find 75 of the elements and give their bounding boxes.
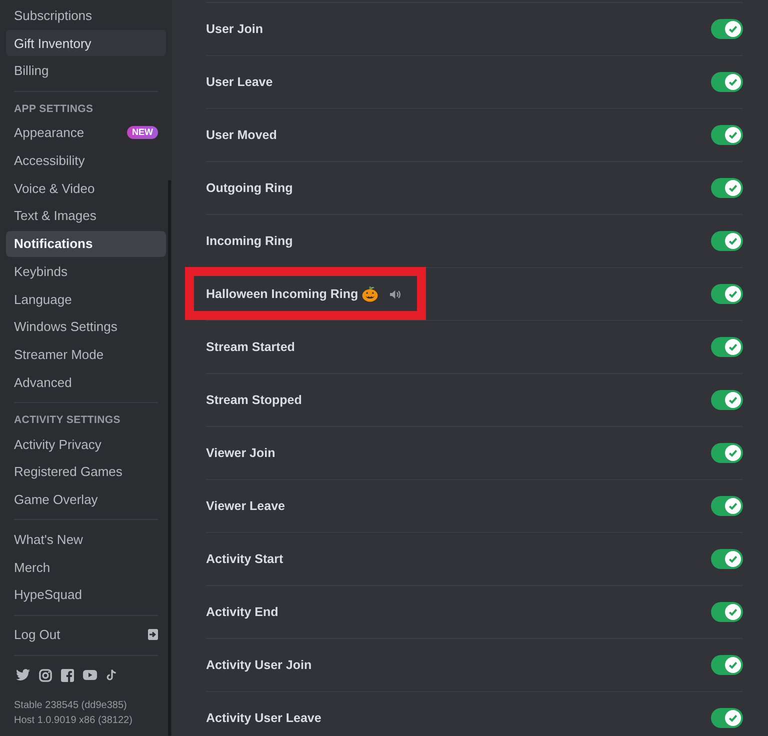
sidebar-item[interactable]: Subscriptions (6, 2, 166, 28)
sidebar-item[interactable]: What's New (6, 526, 166, 552)
check-icon (725, 392, 741, 408)
check-icon (725, 339, 741, 355)
check-icon (725, 21, 741, 37)
setting-label: Halloween Incoming Ring (206, 286, 358, 303)
speaker-icon[interactable] (390, 290, 402, 298)
toggle-switch[interactable] (711, 443, 743, 463)
check-icon (725, 74, 741, 90)
toggle-switch[interactable] (711, 708, 743, 728)
setting-label: Outgoing Ring (206, 180, 293, 197)
check-icon (725, 710, 741, 726)
f-logo-icon[interactable] (61, 668, 74, 682)
sidebar-item[interactable]: HypeSquad (6, 582, 166, 608)
toggle-switch[interactable] (711, 178, 743, 198)
toggle-switch[interactable] (711, 602, 743, 622)
setting-label: Activity User Leave (206, 710, 322, 727)
sidebar-item[interactable]: Accessibility (6, 148, 166, 174)
setting-label: Activity Start (206, 550, 284, 568)
check-icon (725, 551, 741, 567)
sidebar-item[interactable]: Notifications (6, 230, 166, 257)
toggle-switch[interactable] (711, 231, 743, 251)
new-badge: NEW (127, 126, 158, 140)
pumpkin-icon (362, 286, 378, 302)
toggle-switch[interactable] (711, 496, 743, 516)
sidebar-item[interactable]: Gift Inventory (6, 30, 166, 56)
setting-label: Viewer Leave (206, 498, 285, 515)
toggle-switch[interactable] (711, 337, 743, 357)
version-text: Host 1.0.9019 x86 (38122) (14, 714, 134, 728)
play-button-icon[interactable] (83, 670, 97, 680)
check-icon (725, 498, 741, 514)
setting-label: User Moved (206, 126, 277, 144)
sidebar-item[interactable]: Streamer Mode (6, 341, 166, 368)
sidebar-item[interactable]: Advanced (6, 369, 166, 396)
sidebar-item[interactable]: Activity Privacy (6, 431, 166, 458)
setting-label: Activity End (206, 604, 278, 621)
sidebar-item[interactable]: Appearance NEW (6, 120, 166, 146)
toggle-switch[interactable] (711, 19, 743, 39)
check-icon (725, 286, 741, 302)
sidebar-item[interactable]: Language (6, 286, 166, 312)
sidebar-item[interactable]: Game Overlay (6, 486, 166, 512)
toggle-switch[interactable] (711, 72, 743, 92)
section-header: APP SETTINGS (14, 104, 94, 114)
check-icon (725, 604, 741, 620)
toggle-switch[interactable] (711, 390, 743, 410)
sidebar-item[interactable]: Merch (6, 554, 166, 580)
exit-icon (148, 629, 158, 640)
toggle-switch[interactable] (711, 125, 743, 145)
check-icon (725, 445, 741, 461)
log-out-button[interactable]: Log Out (6, 622, 166, 648)
bird-icon[interactable] (16, 669, 30, 682)
toggle-switch[interactable] (711, 284, 743, 304)
setting-label: User Join (206, 20, 263, 38)
sidebar-item[interactable]: Billing (6, 58, 166, 84)
camera-icon[interactable] (39, 668, 52, 682)
setting-label: User Leave (206, 74, 273, 91)
setting-label: Stream Stopped (206, 392, 302, 409)
version-text: Stable 238545 (dd9e385) (14, 698, 128, 713)
check-icon (725, 233, 741, 249)
setting-label: Stream Started (206, 338, 295, 356)
sidebar-item[interactable]: Keybinds (6, 258, 166, 284)
sidebar-item[interactable]: Voice & Video (6, 175, 166, 202)
section-header: ACTIVITY SETTINGS (14, 414, 120, 426)
setting-label: Activity User Join (206, 656, 312, 674)
check-icon (725, 127, 741, 143)
toggle-switch[interactable] (711, 655, 743, 675)
toggle-switch[interactable] (711, 549, 743, 569)
setting-label: Incoming Ring (206, 232, 293, 250)
sidebar-item[interactable]: Windows Settings (6, 314, 166, 340)
music-note-icon[interactable] (106, 669, 117, 682)
check-icon (725, 657, 741, 673)
check-icon (725, 180, 741, 196)
sidebar-item[interactable]: Text & Images (6, 202, 166, 229)
sidebar-item[interactable]: Registered Games (6, 458, 166, 485)
setting-label: Viewer Join (206, 444, 276, 462)
